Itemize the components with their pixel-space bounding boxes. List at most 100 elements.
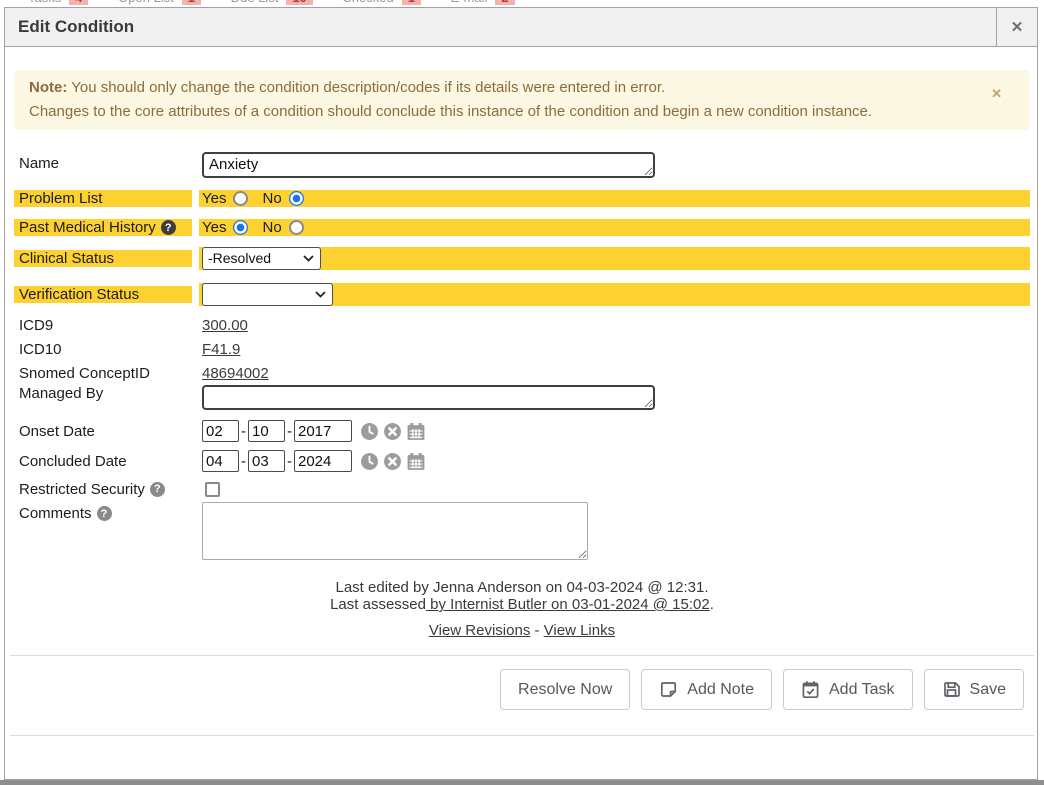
close-icon: ✕ <box>1011 18 1024 36</box>
last-assessed-suffix: . <box>710 596 714 613</box>
revision-links: View Revisions - View Links <box>14 622 1030 639</box>
save-button[interactable]: Save <box>924 669 1024 710</box>
pmh-no-radio[interactable] <box>289 220 304 235</box>
concluded-month-input[interactable] <box>202 450 239 472</box>
clinical-status-label: Clinical Status <box>14 250 192 267</box>
restricted-security-label: Restricted Security <box>19 481 145 498</box>
past-medical-history-label: Past Medical History <box>19 219 156 236</box>
managed-by-row: Managed By <box>14 385 1030 416</box>
concluded-day-input[interactable] <box>248 450 285 472</box>
last-assessed-text: Last assessed by Internist Butler on 03-… <box>14 596 1030 613</box>
background-toolbar: Tasks4 Open List1 Due List10 Checked1 E-… <box>0 0 1044 5</box>
resolve-now-button[interactable]: Resolve Now <box>500 669 630 710</box>
clock-icon[interactable] <box>360 452 379 471</box>
view-links-link[interactable]: View Links <box>544 622 615 639</box>
note-line2: Changes to the core attributes of a cond… <box>29 103 872 120</box>
button-row: Resolve Now Add Note Add Task Save <box>14 669 1030 710</box>
snomed-code-link[interactable]: 48694002 <box>202 365 269 382</box>
note-banner: Note: You should only change the conditi… <box>14 70 1030 130</box>
calendar-check-icon <box>801 680 820 699</box>
background-toolbar-item: Due List10 <box>231 0 313 5</box>
icd10-code-link[interactable]: F41.9 <box>202 341 240 358</box>
verification-status-label: Verification Status <box>14 286 192 303</box>
clinical-status-row: Clinical Status -Resolved <box>14 243 1030 273</box>
calendar-icon[interactable] <box>406 422 426 441</box>
date-dash: - <box>241 453 246 470</box>
comments-input[interactable] <box>202 502 588 560</box>
verification-status-row: Verification Status <box>14 279 1030 310</box>
count-badge: 10 <box>286 0 312 5</box>
onset-date-row: Onset Date - - <box>14 416 1030 446</box>
icd9-code-link[interactable]: 300.00 <box>202 317 248 334</box>
verification-status-select[interactable] <box>202 283 333 306</box>
clinical-status-select[interactable]: -Resolved <box>202 247 321 270</box>
divider-top <box>10 655 1034 656</box>
last-assessed-prefix: Last assessed <box>330 596 426 613</box>
icd10-row: ICD10 F41.9 <box>14 337 1030 361</box>
count-badge: 4 <box>69 0 88 5</box>
snomed-row: Snomed ConceptID 48694002 <box>14 361 1030 385</box>
background-toolbar-item: Checked1 <box>342 0 421 5</box>
pmh-no-label: No <box>262 219 281 236</box>
chevron-down-icon <box>303 255 314 262</box>
comments-row: Comments ? <box>14 502 1030 572</box>
date-dash: - <box>287 423 292 440</box>
help-icon[interactable]: ? <box>150 482 165 497</box>
icd9-label: ICD9 <box>14 317 192 334</box>
date-dash: - <box>241 423 246 440</box>
problem-list-yes-radio[interactable] <box>233 191 248 206</box>
save-label: Save <box>970 681 1006 699</box>
note-text: Note: You should only change the conditi… <box>29 76 1015 124</box>
problem-list-label: Problem List <box>14 190 192 207</box>
divider-bottom <box>10 735 1034 736</box>
add-task-button[interactable]: Add Task <box>783 669 913 710</box>
managed-by-label: Managed By <box>14 385 192 402</box>
dialog-close-button[interactable]: ✕ <box>996 8 1037 46</box>
view-revisions-link[interactable]: View Revisions <box>429 622 530 639</box>
dialog-title: Edit Condition <box>5 8 996 46</box>
dialog-body: Note: You should only change the conditi… <box>5 70 1037 736</box>
icd9-row: ICD9 300.00 <box>14 313 1030 337</box>
clear-date-icon[interactable] <box>383 422 402 441</box>
name-row: Name Anxiety <box>14 152 1030 185</box>
managed-by-input[interactable] <box>202 385 655 410</box>
clinical-status-value: -Resolved <box>208 250 271 266</box>
concluded-year-input[interactable] <box>294 450 352 472</box>
calendar-icon[interactable] <box>406 452 426 471</box>
add-note-button[interactable]: Add Note <box>641 669 772 710</box>
restricted-security-row: Restricted Security ? <box>14 476 1030 502</box>
last-assessed-link[interactable]: by Internist Butler on 03-01-2024 @ 15:0… <box>426 596 710 613</box>
save-icon <box>942 680 961 699</box>
date-dash: - <box>287 453 292 470</box>
clear-date-icon[interactable] <box>383 452 402 471</box>
problem-list-row: Problem List Yes No <box>14 185 1030 212</box>
pmh-yes-radio[interactable] <box>233 220 248 235</box>
name-label: Name <box>14 152 192 172</box>
resolve-now-label: Resolve Now <box>518 681 612 699</box>
help-icon[interactable]: ? <box>97 506 112 521</box>
problem-list-no-label: No <box>262 190 281 207</box>
background-toolbar-item: E-mail2 <box>451 0 515 5</box>
add-task-label: Add Task <box>829 681 895 699</box>
clock-icon[interactable] <box>360 422 379 441</box>
links-separator: - <box>535 622 540 639</box>
onset-year-input[interactable] <box>294 420 352 442</box>
background-toolbar-item: Open List1 <box>118 0 201 5</box>
help-icon[interactable]: ? <box>161 220 176 235</box>
problem-list-no-radio[interactable] <box>289 191 304 206</box>
edit-condition-dialog: Edit Condition ✕ Note: You should only c… <box>4 7 1038 780</box>
last-edited-text: Last edited by Jenna Anderson on 04-03-2… <box>14 579 1030 596</box>
onset-day-input[interactable] <box>248 420 285 442</box>
chevron-down-icon <box>315 291 326 298</box>
note-close-icon[interactable]: ✕ <box>991 82 1002 106</box>
onset-month-input[interactable] <box>202 420 239 442</box>
snomed-label: Snomed ConceptID <box>14 365 192 382</box>
icd10-label: ICD10 <box>14 341 192 358</box>
name-input[interactable]: Anxiety <box>202 152 655 178</box>
concluded-date-label: Concluded Date <box>14 453 192 470</box>
condition-form: Name Anxiety Problem List Yes No Past Me… <box>14 152 1030 572</box>
comments-label: Comments <box>19 505 92 522</box>
problem-list-yes-label: Yes <box>202 190 226 207</box>
background-page-strip: Tasks4 Open List1 Due List10 Checked1 E-… <box>0 0 1044 7</box>
restricted-security-checkbox[interactable] <box>205 482 220 497</box>
